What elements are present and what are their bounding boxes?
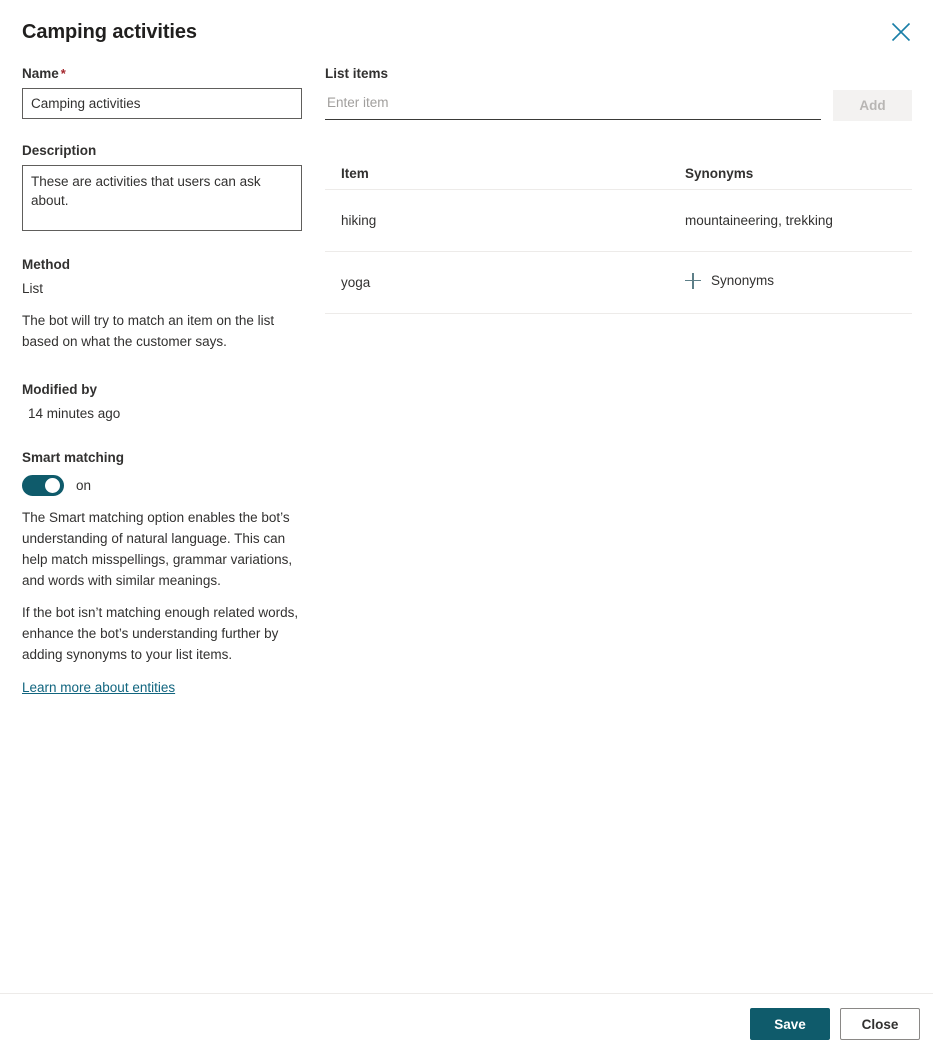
smart-matching-paragraph-2: If the bot isn’t matching enough related… (22, 605, 299, 662)
right-column: List items Add Item Synonyms hiking moun… (325, 64, 912, 314)
list-items-table: Item Synonyms hiking mountaineering, tre… (325, 158, 912, 314)
method-label: Method (22, 257, 70, 272)
add-item-button[interactable]: Add (832, 90, 912, 121)
list-items-label: List items (325, 66, 389, 81)
close-button[interactable] (885, 16, 917, 48)
close-icon (890, 21, 912, 43)
method-group: Method List The bot will try to match an… (22, 255, 312, 352)
modified-by-group: Modified by 14 minutes ago (22, 380, 312, 424)
footer-actions: Save Close (750, 1008, 920, 1040)
toggle-state-label: on (76, 477, 92, 493)
close-button-footer[interactable]: Close (840, 1008, 920, 1040)
page-title: Camping activities (22, 21, 197, 43)
smart-matching-paragraph-1: The Smart matching option enables the bo… (22, 510, 293, 588)
table-row[interactable]: hiking mountaineering, trekking (325, 190, 912, 252)
cell-synonyms: Synonyms (685, 271, 912, 295)
left-column: Name* Description Method List The bot wi… (22, 64, 312, 697)
cell-synonyms: mountaineering, trekking (685, 212, 833, 228)
add-item-row: Add (325, 90, 912, 121)
name-input[interactable] (22, 88, 302, 119)
panel-footer: Save Close (0, 993, 933, 1052)
plus-icon (685, 272, 701, 289)
toggle-knob (45, 478, 60, 493)
name-label: Name * (22, 66, 66, 81)
save-button[interactable]: Save (750, 1008, 830, 1040)
panel-header: Camping activities (0, 0, 933, 62)
method-value: List (22, 281, 44, 296)
smart-matching-label: Smart matching (22, 450, 125, 465)
column-header-synonyms: Synonyms (685, 166, 754, 181)
item-input[interactable] (325, 90, 821, 120)
smart-matching-toggle[interactable] (22, 475, 64, 496)
name-field-group: Name * (22, 64, 312, 119)
entity-detail-panel: Camping activities Name* Description Met… (0, 0, 933, 1052)
add-synonyms-label: Synonyms (711, 272, 775, 288)
modified-by-label: Modified by (22, 382, 97, 397)
description-field-group: Description (22, 141, 312, 231)
description-label: Description (22, 143, 97, 158)
method-help-text: The bot will try to match an item on the… (22, 313, 275, 349)
add-synonyms-button[interactable]: Synonyms (685, 271, 774, 291)
modified-by-value: 14 minutes ago (28, 406, 121, 421)
cell-item: yoga (341, 274, 371, 290)
description-textarea[interactable] (22, 165, 302, 231)
smart-matching-toggle-row: on (22, 475, 312, 496)
table-header-row: Item Synonyms (325, 158, 912, 190)
smart-matching-group: Smart matching on The Smart matching opt… (22, 448, 312, 697)
required-asterisk: * (60, 66, 66, 81)
learn-more-link[interactable]: Learn more about entities (22, 678, 175, 697)
table-row[interactable]: yoga Synonyms (325, 252, 912, 314)
column-header-item: Item (341, 166, 369, 181)
cell-item: hiking (341, 212, 377, 228)
